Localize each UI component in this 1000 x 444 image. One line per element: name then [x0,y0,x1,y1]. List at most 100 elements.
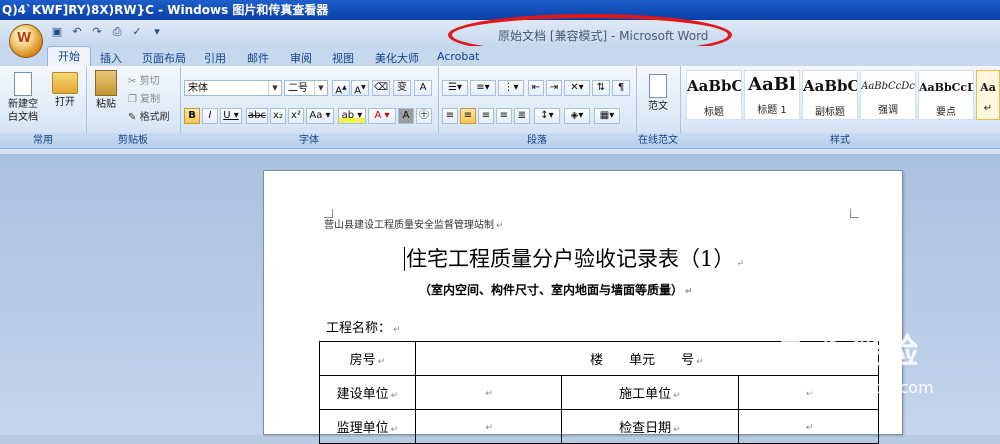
style-title[interactable]: AaBbC( 标题 [686,70,742,120]
chevron-down-icon[interactable]: ▼ [268,81,281,95]
cut-button[interactable]: ✂ 剪切 [128,72,160,87]
align-left-button[interactable]: ≡ [442,108,458,124]
table-cell[interactable]: ↵ [738,409,879,444]
paragraph-mark-icon: ↵ [696,357,704,367]
style-subtitle[interactable]: AaBbC 副标题 [802,70,858,120]
tab-insert[interactable]: 插入 [100,50,122,66]
paragraph-mark-icon: ↵ [673,391,681,401]
style-sample: AaBbCcD [919,81,973,94]
room-number-label: 房号 [349,353,376,368]
tab-view[interactable]: 视图 [332,50,354,66]
underline-button[interactable]: U ▾ [220,108,242,124]
format-painter-button[interactable]: ✎ 格式刷 [128,108,170,123]
tab-home[interactable]: 开始 [47,46,91,67]
project-name-line[interactable]: 工程名称： ↵ [326,317,401,336]
style-normal[interactable]: Aa ↵ [976,70,1000,120]
char-border-icon[interactable]: A [414,80,432,96]
paste-button[interactable]: 粘贴 [92,70,120,111]
open-folder-icon [52,72,78,94]
italic-button[interactable]: I [202,108,218,124]
style-sample: AaBbC [803,77,857,95]
chinese-layout-button[interactable]: ✕▾ [564,80,590,96]
project-label: 工程名称： [326,321,392,336]
margin-corner-mark [850,209,859,218]
table-cell[interactable]: 房号 ↵ [319,341,416,376]
header-text: 营山县建设工程质量安全监督管理站制 [324,220,494,231]
align-center-button[interactable]: ≡ [460,108,476,124]
room-number-value: 楼 单元 号 [590,353,695,368]
paragraph-mark-icon: ↵ [390,391,399,401]
bullets-button[interactable]: ☰▾ [442,80,468,96]
font-size-combo[interactable]: 二号 ▼ [284,80,328,96]
style-strong[interactable]: AaBbCcD 要点 [918,70,974,120]
style-name: 标题 1 [757,105,787,116]
chevron-down-icon[interactable]: ▼ [314,81,327,95]
font-name-combo[interactable]: 宋体 ▼ [184,80,282,96]
grow-font-button[interactable]: A▲ [332,80,350,96]
baidu-watermark: Bai 经验 jingyan.baidu.com [758,318,998,413]
table-cell[interactable]: 建设单位 ↵ [319,375,416,410]
align-right-button[interactable]: ≡ [478,108,494,124]
multilevel-list-button[interactable]: ⋮▾ [498,80,524,96]
numbering-button[interactable]: ≡▾ [470,80,496,96]
clear-format-icon[interactable]: ⌫ [372,80,390,96]
decrease-indent-button[interactable]: ⇤ [528,80,544,96]
office-logo-icon: W [17,31,32,46]
table-cell[interactable]: 监理单位 ↵ [319,409,416,444]
char-shading-button[interactable]: A [398,108,414,124]
highlight-color-button[interactable]: ab ▾ [338,108,366,124]
copy-label: 复制 [140,94,161,105]
redo-icon[interactable]: ↷ [90,25,104,41]
show-marks-button[interactable]: ¶ [612,80,630,96]
line-spacing-button[interactable]: ↕▾ [534,108,560,124]
table-cell[interactable]: ↵ [414,409,562,444]
style-heading-1[interactable]: AaBl 标题 1 [744,70,800,120]
open-button[interactable]: 打开 [50,72,80,109]
bold-button[interactable]: B [184,108,200,124]
change-case-button[interactable]: Aa ▾ [306,108,334,124]
print-preview-icon[interactable]: ⎙ [110,25,124,41]
format-painter-label: 格式刷 [139,112,170,123]
document-title-text[interactable]: 住宅工程质量分户验收记录表（1） ↵ [404,243,744,273]
justify-button[interactable]: ≡ [496,108,512,124]
style-name: 要点 [936,107,956,118]
table-cell[interactable]: ↵ [414,375,562,410]
document-subtitle[interactable]: （室内空间、构件尺寸、室内地面与墙面等质量） ↵ [419,281,693,298]
style-sample: Aa [980,81,996,94]
office-button[interactable]: W [9,24,43,58]
tab-page-layout[interactable]: 页面布局 [142,50,186,66]
save-icon[interactable]: ▣ [50,25,64,41]
customize-qat-icon[interactable]: ▾ [150,25,164,41]
undo-icon[interactable]: ↶ [70,25,84,41]
new-document-button[interactable]: 新建空白文档 [6,72,40,124]
sample-button[interactable]: 范文 [644,74,672,113]
supervisor-label: 监理单位 [336,421,389,436]
superscript-button[interactable]: x² [288,108,304,124]
title-text: 住宅工程质量分户验收记录表（1） [404,247,735,271]
spellcheck-icon[interactable]: ✓ [130,25,144,41]
strikethrough-button[interactable]: abc [246,108,268,124]
table-cell[interactable]: 检查日期 ↵ [560,409,740,444]
tab-acrobat[interactable]: Acrobat [437,50,479,63]
enclose-char-button[interactable]: ㊉ [416,108,432,124]
phonetic-guide-icon[interactable]: 变 [393,80,411,96]
sort-button[interactable]: ⇅ [592,80,610,96]
copy-button[interactable]: ❐ 复制 [128,90,160,105]
style-emphasis[interactable]: AaBbCcDc 强调 [860,70,916,120]
font-color-button[interactable]: A ▾ [368,108,396,124]
table-cell[interactable]: 施工单位 ↵ [560,375,740,410]
tab-beautify-master[interactable]: 美化大师 [375,50,419,66]
shrink-font-button[interactable]: A▼ [351,80,369,96]
paste-icon [95,70,117,96]
sample-label: 范文 [648,101,668,112]
borders-button[interactable]: ▦▾ [594,108,620,124]
increase-indent-button[interactable]: ⇥ [546,80,562,96]
tab-review[interactable]: 审阅 [290,50,312,66]
subscript-button[interactable]: x₂ [270,108,286,124]
tab-mailings[interactable]: 邮件 [247,50,269,66]
tab-references[interactable]: 引用 [204,50,226,66]
shading-button[interactable]: ◈▾ [564,108,590,124]
viewer-title: Q)4`KWF]RY)8X)RW}C - Windows 图片和传真查看器 [2,3,329,17]
distributed-button[interactable]: ≣ [514,108,530,124]
paragraph-mark-icon: ↵ [485,389,493,399]
